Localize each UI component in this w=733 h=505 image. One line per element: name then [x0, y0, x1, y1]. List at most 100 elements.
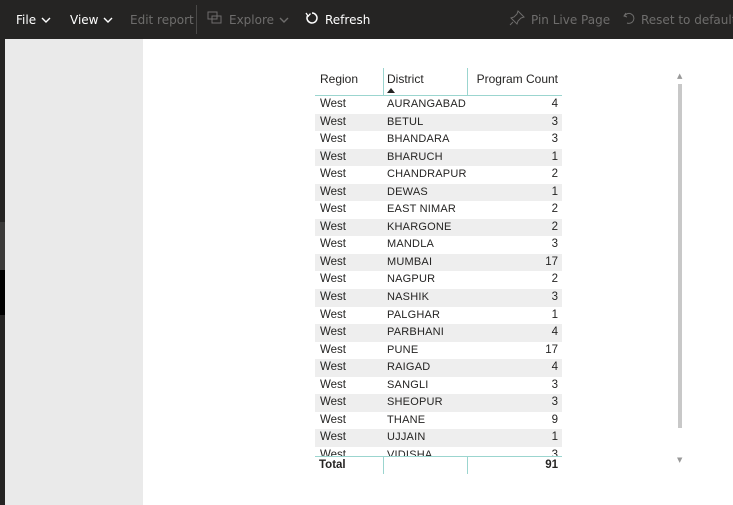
reset-to-default-button[interactable]: Reset to default	[623, 0, 733, 39]
explore-icon	[207, 11, 223, 28]
column-divider[interactable]	[383, 68, 384, 96]
cell-region: West	[320, 220, 346, 233]
cell-program-count: 17	[545, 255, 558, 268]
sort-ascending-icon	[387, 88, 395, 93]
file-label: File	[16, 12, 37, 27]
cell-program-count: 1	[551, 185, 558, 198]
table-body: West AURANGABAD 4 West BETUL 3 West BHANDARA 3 We…	[315, 96, 562, 456]
table-row[interactable]: West MUMBAI 17	[315, 253, 562, 272]
view-label: View	[70, 12, 99, 27]
table-row[interactable]: West SHEOPUR 3	[315, 394, 562, 412]
cell-program-count: 4	[551, 326, 558, 339]
table-row[interactable]: West VIDISHA 3	[315, 447, 562, 456]
table-row[interactable]: West MANDLA 3	[315, 236, 562, 254]
cell-district: SANGLI	[387, 378, 429, 391]
cell-program-count: 3	[551, 378, 558, 391]
cell-region: West	[320, 185, 346, 198]
view-menu[interactable]: View	[70, 0, 113, 39]
cell-program-count: 4	[551, 361, 558, 374]
table-row[interactable]: West EAST NIMAR 2	[315, 201, 562, 219]
cell-region: West	[320, 291, 346, 304]
cell-district: PALGHAR	[387, 308, 441, 321]
cell-district: KHARGONE	[387, 220, 452, 233]
table-row[interactable]: West BHANDARA 3	[315, 131, 562, 149]
table-row[interactable]: West CHANDRAPUR 2	[315, 166, 562, 184]
table-row[interactable]: West THANE 9	[315, 412, 562, 430]
vertical-scrollbar-thumb[interactable]	[678, 84, 682, 428]
cell-district: PUNE	[387, 343, 419, 356]
total-label: Total	[319, 459, 346, 471]
cell-district: VIDISHA	[387, 448, 433, 456]
table-row[interactable]: West NASHIK 3	[315, 289, 562, 307]
column-header-region[interactable]: Region	[320, 72, 358, 86]
reset-to-default-label: Reset to default	[641, 12, 733, 27]
table-row[interactable]: West DEWAS 1	[315, 183, 562, 202]
column-header-district[interactable]: District	[387, 72, 424, 86]
scroll-down-arrow-icon[interactable]: ▼	[677, 456, 682, 464]
file-menu[interactable]: File	[16, 0, 51, 39]
cell-district: MUMBAI	[387, 255, 433, 268]
cell-region: West	[320, 238, 346, 251]
cell-program-count: 1	[551, 431, 558, 444]
undo-icon	[623, 11, 635, 28]
cell-region: West	[320, 308, 346, 321]
cell-district: EAST NIMAR	[387, 203, 457, 216]
scroll-up-arrow-icon[interactable]: ▲	[677, 72, 682, 80]
cell-region: West	[320, 378, 346, 391]
cell-region: West	[320, 396, 346, 409]
cell-district: NAGPUR	[387, 273, 436, 286]
toolbar-divider	[196, 5, 197, 34]
table-row[interactable]: West SANGLI 3	[315, 377, 562, 395]
cell-program-count: 9	[551, 413, 558, 426]
table-row[interactable]: West UJJAIN 1	[315, 429, 562, 447]
explore-menu[interactable]: Explore	[207, 0, 289, 39]
table-row[interactable]: West NAGPUR 2	[315, 271, 562, 289]
column-divider	[383, 456, 384, 474]
chevron-down-icon	[279, 13, 289, 27]
cell-program-count: 2	[551, 273, 558, 286]
table-row[interactable]: West RAIGAD 4	[315, 359, 562, 377]
cell-district: BHARUCH	[387, 150, 443, 163]
table-row[interactable]: West BETUL 3	[315, 113, 562, 132]
refresh-label: Refresh	[325, 12, 371, 27]
cell-district: AURANGABAD	[387, 98, 467, 110]
pin-live-page-label: Pin Live Page	[531, 12, 611, 27]
cell-district: SHEOPUR	[387, 396, 443, 409]
cell-region: West	[320, 448, 346, 456]
pin-live-page-button[interactable]: Pin Live Page	[509, 0, 610, 39]
column-header-program-count[interactable]: Program Count	[477, 72, 558, 86]
cell-program-count: 3	[551, 133, 558, 146]
cell-region: West	[320, 98, 346, 110]
refresh-button[interactable]: Refresh	[305, 0, 370, 39]
cell-region: West	[320, 343, 346, 356]
cell-district: BETUL	[387, 115, 424, 128]
cell-program-count: 3	[551, 448, 558, 456]
table-row[interactable]: West KHARGONE 2	[315, 218, 562, 237]
pin-icon	[509, 10, 525, 29]
cell-region: West	[320, 115, 346, 128]
table-row[interactable]: West AURANGABAD 4	[315, 96, 562, 114]
total-value: 91	[545, 459, 558, 471]
table-row[interactable]: West PARBHANI 4	[315, 324, 562, 342]
top-toolbar: File View Edit report Explore Refresh Pi…	[0, 0, 733, 39]
edit-report-button[interactable]: Edit report	[130, 0, 194, 39]
cell-district: DEWAS	[387, 185, 428, 198]
cell-district: BHANDARA	[387, 133, 450, 146]
cell-district: NASHIK	[387, 291, 430, 304]
cell-region: West	[320, 326, 346, 339]
program-count-table: Region District Program Count West AURANG…	[315, 68, 562, 474]
column-divider[interactable]	[467, 68, 468, 96]
column-divider	[467, 456, 468, 474]
cell-program-count: 2	[551, 168, 558, 181]
cell-district: CHANDRAPUR	[387, 168, 467, 181]
cell-region: West	[320, 203, 346, 216]
cell-region: West	[320, 150, 346, 163]
table-row[interactable]: West PUNE 17	[315, 342, 562, 360]
cell-district: THANE	[387, 413, 426, 426]
explore-label: Explore	[229, 12, 275, 27]
edit-report-label: Edit report	[130, 12, 194, 27]
table-total-row: Total 91	[315, 456, 562, 474]
table-row[interactable]: West PALGHAR 1	[315, 307, 562, 325]
table-row[interactable]: West BHARUCH 1	[315, 148, 562, 167]
table-header: Region District Program Count	[315, 68, 562, 96]
